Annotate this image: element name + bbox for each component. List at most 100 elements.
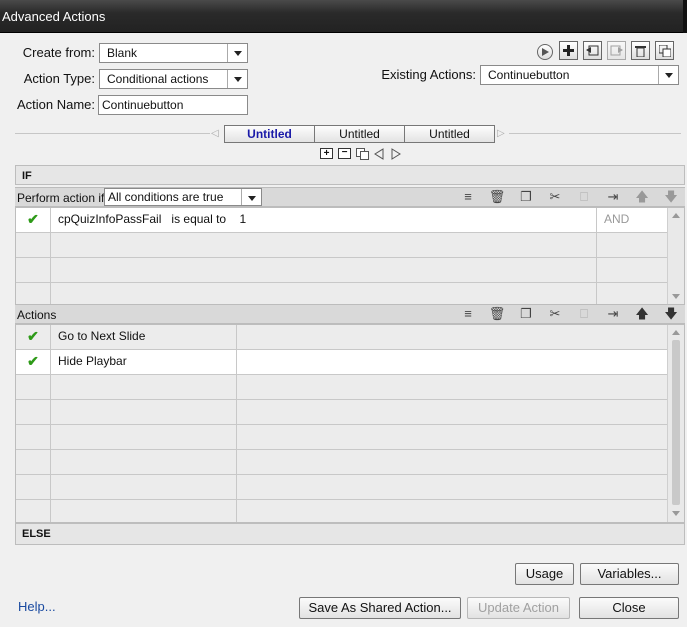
copy-tab-icon[interactable] xyxy=(356,148,369,163)
create-from-label: Create from: xyxy=(22,45,95,60)
empty-cell xyxy=(51,375,237,399)
play-icon[interactable] xyxy=(537,44,553,60)
actions-grid: ✔ Go to Next Slide ✔ Hide Playbar xyxy=(15,324,685,523)
table-row[interactable] xyxy=(16,258,667,283)
tab-untitled-1[interactable]: Untitled xyxy=(224,125,315,143)
create-from-value: Blank xyxy=(107,46,138,60)
tab-untitled-2[interactable]: Untitled xyxy=(314,125,405,143)
scroll-thumb[interactable] xyxy=(672,340,680,505)
chevron-down-icon[interactable] xyxy=(658,66,678,84)
paste-icon[interactable]: ⎕ xyxy=(576,189,592,205)
copy-icon[interactable]: ❐ xyxy=(518,306,534,322)
action-type-value: Conditional actions xyxy=(107,72,209,86)
chevron-down-icon[interactable] xyxy=(241,189,261,205)
remove-tab-icon[interactable]: − xyxy=(338,148,351,159)
empty-cell xyxy=(16,375,51,399)
scroll-up-icon[interactable] xyxy=(672,330,680,335)
empty-cell xyxy=(51,400,237,424)
scroll-down-icon[interactable] xyxy=(672,511,680,516)
table-row[interactable]: ✔ Hide Playbar xyxy=(16,350,667,375)
table-row[interactable] xyxy=(16,450,667,475)
actions-label: Actions xyxy=(17,308,57,322)
conditions-grid: ✔ cpQuizInfoPassFail is equal to 1 AND xyxy=(15,207,685,308)
check-icon[interactable]: ✔ xyxy=(16,350,51,374)
delete-icon[interactable] xyxy=(631,41,650,60)
tab-divider-left xyxy=(15,133,210,134)
empty-cell xyxy=(51,450,237,474)
move-up-icon[interactable]: 🡅 xyxy=(634,189,650,205)
check-icon[interactable]: ✔ xyxy=(16,208,51,232)
create-from-dropdown[interactable]: Blank xyxy=(99,43,248,63)
window-title: Advanced Actions xyxy=(2,9,106,24)
action-type-dropdown[interactable]: Conditional actions xyxy=(99,69,248,89)
action-cell[interactable]: Hide Playbar xyxy=(51,350,237,374)
table-row[interactable] xyxy=(16,500,667,522)
save-shared-action-button[interactable]: Save As Shared Action... xyxy=(299,597,461,619)
scroll-down-icon[interactable] xyxy=(672,294,680,299)
conditions-scrollbar[interactable] xyxy=(667,208,684,304)
table-row[interactable] xyxy=(16,375,667,400)
tab-divider-right xyxy=(509,133,681,134)
table-row[interactable] xyxy=(16,233,667,258)
add-icon[interactable] xyxy=(559,41,578,60)
variables-button[interactable]: Variables... xyxy=(580,563,679,585)
existing-actions-dropdown[interactable]: Continuebutton xyxy=(480,65,679,85)
condition-variable: cpQuizInfoPassFail xyxy=(58,212,162,226)
scroll-up-icon[interactable] xyxy=(672,213,680,218)
empty-cell xyxy=(51,233,597,257)
tab-untitled-3[interactable]: Untitled xyxy=(404,125,495,143)
chevron-down-icon[interactable] xyxy=(227,44,247,62)
empty-cell xyxy=(16,475,51,499)
insert-after-icon[interactable]: ⇥ xyxy=(605,189,621,205)
move-up-icon[interactable]: 🡅 xyxy=(634,306,650,322)
existing-actions-value: Continuebutton xyxy=(488,68,570,82)
insert-row-icon[interactable]: ≡ xyxy=(460,189,476,205)
action-cell[interactable]: Go to Next Slide xyxy=(51,325,237,349)
empty-cell xyxy=(237,350,667,374)
next-tab-icon[interactable] xyxy=(391,148,401,163)
insert-row-icon[interactable]: ≡ xyxy=(460,306,476,322)
condition-cell[interactable]: cpQuizInfoPassFail is equal to 1 xyxy=(51,208,597,232)
title-bar: Advanced Actions xyxy=(0,0,687,33)
tab-scroll-left-icon[interactable]: ◁ xyxy=(211,128,219,139)
export-icon[interactable] xyxy=(607,41,626,60)
copy-icon[interactable]: ❐ xyxy=(518,189,534,205)
move-down-icon[interactable]: 🡇 xyxy=(663,189,679,205)
action-name-input[interactable]: Continuebutton xyxy=(98,95,248,115)
condition-logic[interactable]: AND xyxy=(597,208,667,232)
else-section-header[interactable]: ELSE xyxy=(15,523,685,545)
insert-after-icon[interactable]: ⇥ xyxy=(605,306,621,322)
trash-icon[interactable]: 🗑 xyxy=(489,189,506,205)
update-action-button[interactable]: Update Action xyxy=(467,597,570,619)
perform-condition-dropdown[interactable]: All conditions are true xyxy=(104,188,262,206)
close-button[interactable]: Close xyxy=(579,597,679,619)
empty-cell xyxy=(16,400,51,424)
empty-cell xyxy=(51,258,597,282)
prev-tab-icon[interactable] xyxy=(374,148,384,163)
check-icon[interactable]: ✔ xyxy=(16,325,51,349)
empty-cell xyxy=(16,233,51,257)
import-icon[interactable] xyxy=(583,41,602,60)
table-row[interactable] xyxy=(16,425,667,450)
table-row[interactable]: ✔ cpQuizInfoPassFail is equal to 1 AND xyxy=(16,208,667,233)
paste-icon[interactable]: ⎕ xyxy=(576,306,592,322)
empty-cell xyxy=(237,325,667,349)
table-row[interactable]: ✔ Go to Next Slide xyxy=(16,325,667,350)
table-row[interactable] xyxy=(16,400,667,425)
empty-cell xyxy=(51,425,237,449)
action-type-label: Action Type: xyxy=(23,71,95,86)
actions-scrollbar[interactable] xyxy=(667,325,684,522)
trash-icon[interactable]: 🗑 xyxy=(489,306,506,322)
cut-icon[interactable]: ✂ xyxy=(547,306,563,322)
cut-icon[interactable]: ✂ xyxy=(547,189,563,205)
tab-scroll-right-icon[interactable]: ▷ xyxy=(497,128,505,139)
condition-value: 1 xyxy=(239,212,247,226)
duplicate-icon[interactable] xyxy=(655,41,674,60)
usage-button[interactable]: Usage xyxy=(515,563,574,585)
perform-action-label: Perform action if: xyxy=(17,191,108,205)
help-link[interactable]: Help... xyxy=(18,599,56,614)
chevron-down-icon[interactable] xyxy=(227,70,247,88)
move-down-icon[interactable]: 🡇 xyxy=(663,306,679,322)
add-tab-icon[interactable]: + xyxy=(320,148,333,159)
table-row[interactable] xyxy=(16,475,667,500)
